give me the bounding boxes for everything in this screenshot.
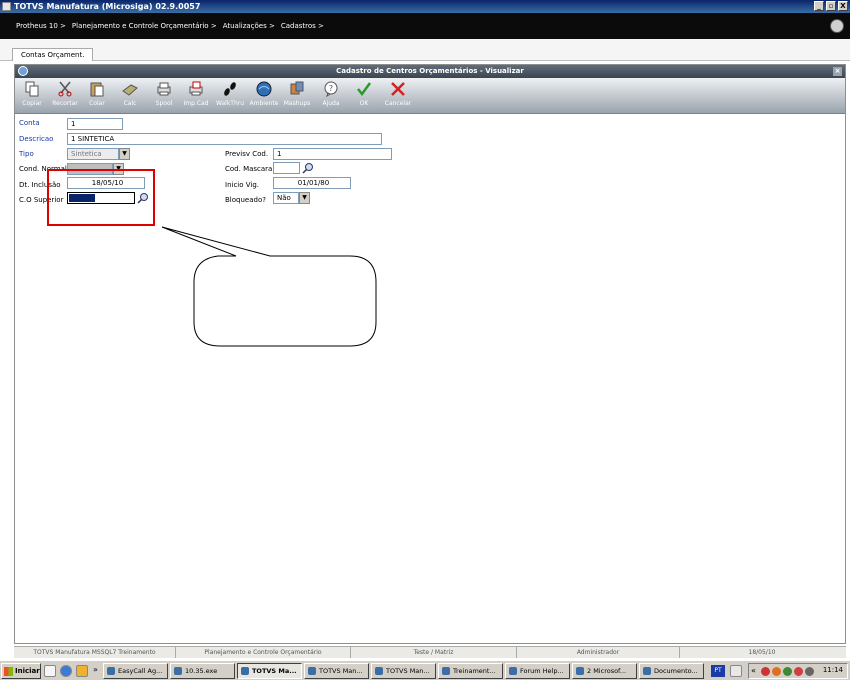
dialog-icon [18, 66, 28, 76]
mashups-button[interactable]: Mashups [282, 80, 312, 107]
bloqueado-select[interactable]: Não [273, 192, 299, 204]
help-bubble-icon: ? [321, 80, 341, 98]
taskbar-item-microsoft[interactable]: 2 Microsof... [572, 663, 637, 679]
status-company: Teste / Matriz [351, 647, 517, 658]
ie-icon[interactable] [60, 665, 72, 677]
volume-icon[interactable] [805, 667, 814, 676]
bloqueado-dropdown-button[interactable]: ▼ [299, 192, 310, 204]
status-user: Administrador [517, 647, 680, 658]
status-bar: TOTVS Manufatura MSSQL7 Treinamento Plan… [14, 646, 846, 658]
maximize-button[interactable]: ▫ [826, 1, 836, 11]
tab-strip: Contas Orçament. [0, 39, 850, 61]
minimize-button[interactable]: _ [814, 1, 824, 11]
breadcrumb-item-planejamento[interactable]: Planejamento e Controle Orçamentário > [72, 22, 217, 30]
calc-button[interactable]: Calc [115, 80, 145, 107]
cancel-button[interactable]: Cancelar [383, 80, 413, 107]
cross-icon [388, 80, 408, 98]
walkthru-button[interactable]: WalkThru [215, 80, 245, 107]
clipboard-icon [87, 80, 107, 98]
conta-field[interactable]: 1 [67, 118, 123, 130]
network-icon[interactable] [783, 667, 792, 676]
inicio-vig-label: Inicio Vig. [225, 181, 259, 189]
dialog-close-button[interactable]: × [833, 67, 842, 76]
impcad-button[interactable]: Imp.Cad [181, 80, 211, 107]
taskbar-item-totvs-2[interactable]: TOTVS Man... [304, 663, 369, 679]
breadcrumb-item-cadastros[interactable]: Cadastros > [281, 22, 324, 30]
taskbar-item-totvs-3[interactable]: TOTVS Man... [371, 663, 436, 679]
folder-icon[interactable] [76, 665, 88, 677]
spool-button[interactable]: Spool [149, 80, 179, 107]
status-environment: TOTVS Manufatura MSSQL7 Treinamento [14, 647, 176, 658]
ambiente-button[interactable]: Ambiente [249, 80, 279, 107]
start-button[interactable]: Iniciar [1, 663, 41, 679]
copy-icon [22, 80, 42, 98]
breadcrumb: Protheus 10 > Planejamento e Controle Or… [0, 13, 850, 39]
footprints-icon [220, 80, 240, 98]
ajuda-button[interactable]: ? Ajuda [316, 80, 346, 107]
cod-mascara-search-icon[interactable] [302, 162, 314, 174]
cod-mascara-field[interactable] [273, 162, 300, 174]
mashups-icon [287, 80, 307, 98]
ok-button[interactable]: OK [349, 80, 379, 107]
taskbar-item-totvs-1[interactable]: TOTVS Ma... [237, 663, 302, 679]
conta-label: Conta [19, 119, 40, 127]
taskbar: Iniciar » EasyCall Ag... 10.35.exe TOTVS… [0, 660, 850, 680]
descricao-label: Descricao [19, 135, 54, 143]
svg-text:?: ? [329, 84, 333, 93]
tipo-select[interactable]: Sintetica [67, 148, 119, 160]
taskbar-item-forum[interactable]: Forum Help... [505, 663, 570, 679]
tray-chevron-icon[interactable]: « [751, 666, 756, 675]
calculator-icon [120, 80, 140, 98]
taskbar-item-documento[interactable]: Documento... [639, 663, 704, 679]
dialog-cadastro: Cadastro de Centros Orçamentários - Visu… [14, 64, 846, 644]
globe-icon[interactable] [830, 19, 844, 33]
language-indicator[interactable]: PT [711, 665, 725, 677]
taskbar-item-easycall[interactable]: EasyCall Ag... [103, 663, 168, 679]
previsv-cod-field[interactable]: 1 [273, 148, 392, 160]
scissors-icon [55, 80, 75, 98]
bloqueado-label: Bloqueado? [225, 196, 266, 204]
taskbar-item-treinamento[interactable]: Treinament... [438, 663, 503, 679]
toolbar: Copiar Recortar Colar Calc Spool Imp.Cad… [15, 78, 845, 114]
inicio-vig-field[interactable]: 01/01/80 [273, 177, 351, 189]
tipo-label: Tipo [19, 150, 34, 158]
update-icon[interactable] [772, 667, 781, 676]
globe-icon [254, 80, 274, 98]
descricao-field[interactable]: 1 SINTETICA [67, 133, 382, 145]
desktop-icon[interactable] [44, 665, 56, 677]
app-title: TOTVS Manufatura (Microsiga) 02.9.0057 [14, 2, 201, 11]
cut-button[interactable]: Recortar [50, 80, 80, 107]
tipo-dropdown-button[interactable]: ▼ [119, 148, 130, 160]
breadcrumb-item-atualizacoes[interactable]: Atualizações > [223, 22, 275, 30]
antivirus-icon[interactable] [794, 667, 803, 676]
previsv-cod-label: Previsv Cod. [225, 150, 269, 158]
paste-button[interactable]: Colar [82, 80, 112, 107]
highlight-box [47, 169, 155, 226]
window-controls: _ ▫ X [814, 1, 848, 11]
dialog-titlebar: Cadastro de Centros Orçamentários - Visu… [15, 65, 845, 78]
status-module: Planejamento e Controle Orçamentário [176, 647, 351, 658]
printer-icon [154, 80, 174, 98]
copy-button[interactable]: Copiar [17, 80, 47, 107]
checkmark-icon [354, 80, 374, 98]
breadcrumb-item-protheus[interactable]: Protheus 10 > [16, 22, 66, 30]
clock[interactable]: 11:14 [823, 666, 843, 674]
taskbar-item-1035[interactable]: 10.35.exe [170, 663, 235, 679]
status-date: 18/05/10 [748, 649, 776, 656]
system-tray: « 11:14 [748, 663, 848, 679]
overflow-chevron-icon[interactable]: » [93, 665, 98, 674]
security-icon[interactable] [761, 667, 770, 676]
close-button[interactable]: X [838, 1, 848, 11]
dialog-title: Cadastro de Centros Orçamentários - Visu… [336, 67, 524, 75]
cod-mascara-label: Cod. Mascara [225, 165, 273, 173]
app-icon [2, 2, 11, 11]
app-titlebar: TOTVS Manufatura (Microsiga) 02.9.0057 _… [0, 0, 850, 13]
print-form-icon [186, 80, 206, 98]
tab-contas-orcament[interactable]: Contas Orçament. [12, 48, 94, 61]
keyboard-icon[interactable] [730, 665, 742, 677]
